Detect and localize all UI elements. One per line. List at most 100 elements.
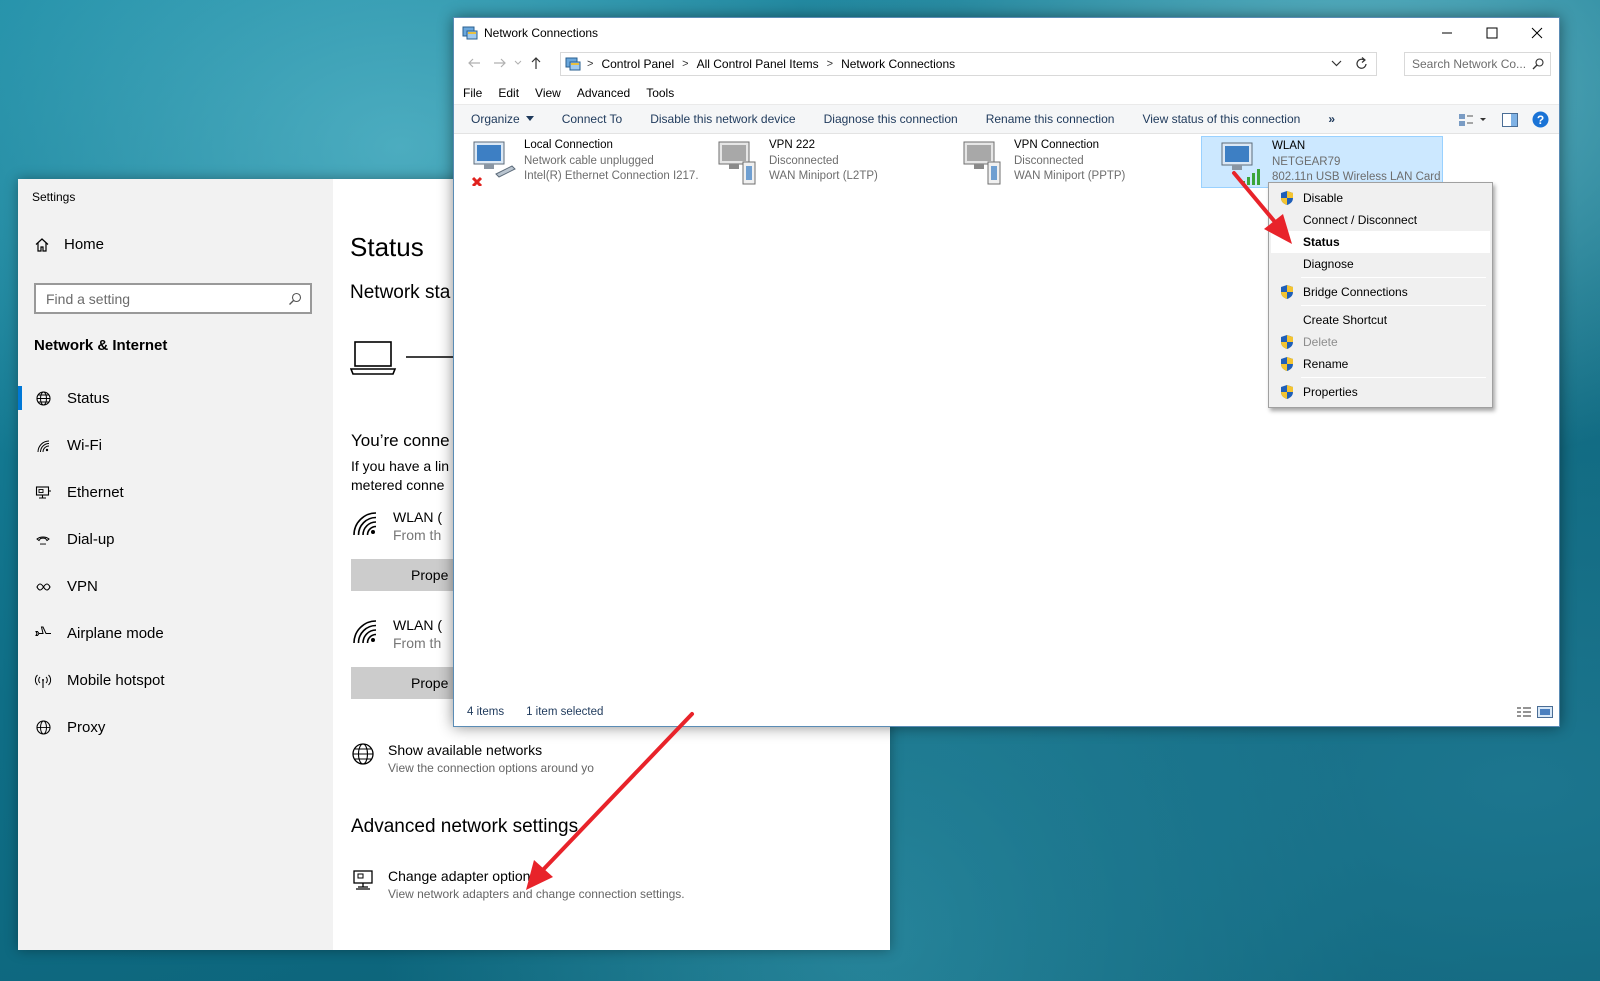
window-title: Network Connections (484, 26, 599, 40)
uac-shield-icon (1280, 190, 1294, 206)
ctx-bridge-connections[interactable]: Bridge Connections (1271, 281, 1490, 303)
ctx-rename[interactable]: Rename (1271, 353, 1490, 375)
address-dropdown-icon[interactable] (1331, 58, 1342, 69)
nav-item-vpn[interactable]: VPN (18, 563, 333, 610)
maximize-button[interactable] (1469, 18, 1514, 48)
connected-heading: You’re conne (351, 431, 450, 450)
breadcrumb-chevron-icon: > (587, 58, 594, 70)
nav-label: VPN (67, 578, 98, 595)
forward-arrow-icon[interactable] (493, 56, 507, 70)
nav-item-wifi[interactable]: Wi-Fi (18, 422, 333, 469)
menu-divider (1301, 277, 1486, 278)
uac-shield-icon (1280, 384, 1294, 400)
preview-pane-icon[interactable] (1502, 112, 1518, 127)
ctx-create-shortcut[interactable]: Create Shortcut (1271, 309, 1490, 331)
connection-status: NETGEAR79 (1272, 155, 1341, 168)
connection-status: Network cable unplugged (524, 154, 654, 167)
uac-shield-icon (1280, 284, 1294, 300)
menu-divider (1301, 305, 1486, 306)
globe-icon (351, 742, 375, 766)
connect-to-button[interactable]: Connect To (548, 112, 637, 126)
vpn-adapter-icon (715, 138, 763, 186)
diagnose-connection-button[interactable]: Diagnose this connection (810, 112, 972, 126)
find-setting-input[interactable]: Find a setting (34, 283, 312, 314)
connection-item[interactable]: VPN Connection Disconnected WAN Miniport… (944, 136, 1189, 188)
minimize-button[interactable] (1424, 18, 1469, 48)
laptop-icon (350, 339, 470, 379)
home-icon (34, 237, 50, 253)
menu-view[interactable]: View (526, 86, 568, 100)
wifi-icon (351, 509, 379, 537)
nav-item-status[interactable]: Status (18, 375, 333, 422)
change-adapter-desc: View network adapters and change connect… (388, 887, 685, 901)
ctx-label: Delete (1303, 335, 1338, 349)
nav-label: Airplane mode (67, 625, 164, 642)
ctx-connect-disconnect[interactable]: Connect / Disconnect (1271, 209, 1490, 231)
change-adapter-options-link[interactable]: Change adapter options View network adap… (351, 868, 685, 901)
view-controls: ? (1458, 111, 1549, 128)
up-arrow-icon[interactable] (529, 56, 543, 70)
back-arrow-icon[interactable] (467, 56, 481, 70)
settings-sidebar: Settings Home Find a setting Network & I… (18, 179, 333, 950)
view-toggle-group (1516, 705, 1553, 719)
ctx-label: Create Shortcut (1303, 313, 1388, 327)
hotspot-icon (34, 672, 52, 690)
breadcrumb-item[interactable]: All Control Panel Items (697, 57, 819, 71)
vpn-adapter-icon (960, 138, 1008, 186)
globe-status-icon (34, 390, 52, 408)
view-status-button[interactable]: View status of this connection (1128, 112, 1314, 126)
rename-connection-button[interactable]: Rename this connection (972, 112, 1129, 126)
globe-icon (34, 719, 52, 737)
more-commands-button[interactable]: » (1314, 112, 1349, 126)
connection-item[interactable]: VPN 222 Disconnected WAN Miniport (L2TP) (699, 136, 944, 188)
recent-dropdown-icon[interactable] (514, 59, 522, 67)
ethernet-adapter-icon (470, 138, 518, 186)
ctx-diagnose[interactable]: Diagnose (1271, 253, 1490, 275)
nav-item-airplane[interactable]: Airplane mode (18, 610, 333, 657)
refresh-icon[interactable] (1355, 56, 1369, 71)
show-available-networks-link[interactable]: Show available networks View the connect… (351, 742, 594, 775)
disable-device-button[interactable]: Disable this network device (636, 112, 809, 126)
breadcrumb-chevron-icon: > (826, 58, 834, 70)
connection-item[interactable]: Local Connection Network cable unplugged… (454, 136, 699, 188)
home-link[interactable]: Home (34, 236, 104, 253)
ctx-status[interactable]: Status (1271, 231, 1490, 253)
change-view-icon[interactable] (1458, 112, 1488, 128)
nav-item-proxy[interactable]: Proxy (18, 704, 333, 751)
help-icon[interactable]: ? (1532, 111, 1549, 128)
vpn-icon (34, 578, 52, 596)
tiles-view-icon[interactable] (1537, 705, 1553, 719)
nav-item-ethernet[interactable]: Ethernet (18, 469, 333, 516)
ctx-label: Disable (1303, 191, 1344, 205)
svg-text:?: ? (1537, 113, 1544, 127)
menu-advanced[interactable]: Advanced (568, 86, 637, 100)
ctx-disable[interactable]: Disable (1271, 187, 1490, 209)
breadcrumb-item[interactable]: Network Connections (841, 57, 955, 71)
breadcrumb-item[interactable]: Control Panel (601, 57, 674, 71)
search-network-input[interactable]: Search Network Co... (1404, 52, 1551, 76)
title-bar: Network Connections (454, 18, 1559, 48)
details-view-icon[interactable] (1516, 705, 1532, 719)
dialup-icon (34, 531, 52, 549)
ctx-label: Status (1303, 235, 1340, 249)
close-button[interactable] (1514, 18, 1559, 48)
organize-button[interactable]: Organize (454, 112, 548, 126)
ctx-label: Bridge Connections (1303, 285, 1408, 299)
context-menu: Disable Connect / Disconnect Status Diag… (1268, 182, 1493, 408)
connection-item-wlan[interactable]: WLAN NETGEAR79 802.11n USB Wireless LAN … (1201, 136, 1443, 188)
menu-file[interactable]: File (454, 86, 489, 100)
selected-count: 1 item selected (526, 706, 604, 718)
wlan-title: WLAN ( (393, 617, 442, 633)
address-bar[interactable]: > Control Panel > All Control Panel Item… (560, 52, 1377, 76)
nav-item-dialup[interactable]: Dial-up (18, 516, 333, 563)
section-title: Network & Internet (34, 337, 168, 354)
ethernet-icon (34, 484, 52, 502)
chevron-down-icon (525, 116, 534, 122)
nav-label: Wi-Fi (67, 437, 102, 454)
items-count: 4 items (467, 706, 505, 718)
ctx-properties[interactable]: Properties (1271, 381, 1490, 403)
menu-edit[interactable]: Edit (489, 86, 526, 100)
control-panel-icon (565, 56, 581, 72)
menu-tools[interactable]: Tools (637, 86, 681, 100)
nav-item-mobile-hotspot[interactable]: Mobile hotspot (18, 657, 333, 704)
